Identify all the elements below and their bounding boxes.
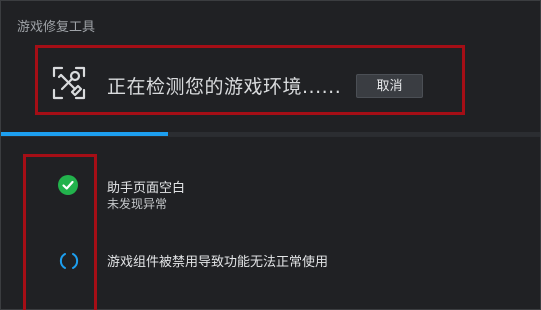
check-item-title: 助手页面空白: [107, 181, 186, 196]
check-item-title: 游戏组件被禁用导致功能无法正常使用: [107, 255, 329, 270]
status-text: 正在检测您的游戏环境......: [107, 76, 342, 98]
window-title: 游戏修复工具: [17, 20, 96, 35]
check-item-subtitle: 未发现异常: [107, 197, 168, 211]
loading-spinner-icon: [59, 253, 79, 269]
divider: [1, 136, 540, 137]
cancel-button[interactable]: 取消: [356, 74, 423, 98]
wrench-screwdriver-icon: [52, 66, 86, 100]
repair-tool-window: 游戏修复工具 正在检测您的游戏环境...... 取消 助手页面空白 未发现异常 …: [0, 0, 541, 310]
check-circle-icon: [58, 175, 78, 195]
